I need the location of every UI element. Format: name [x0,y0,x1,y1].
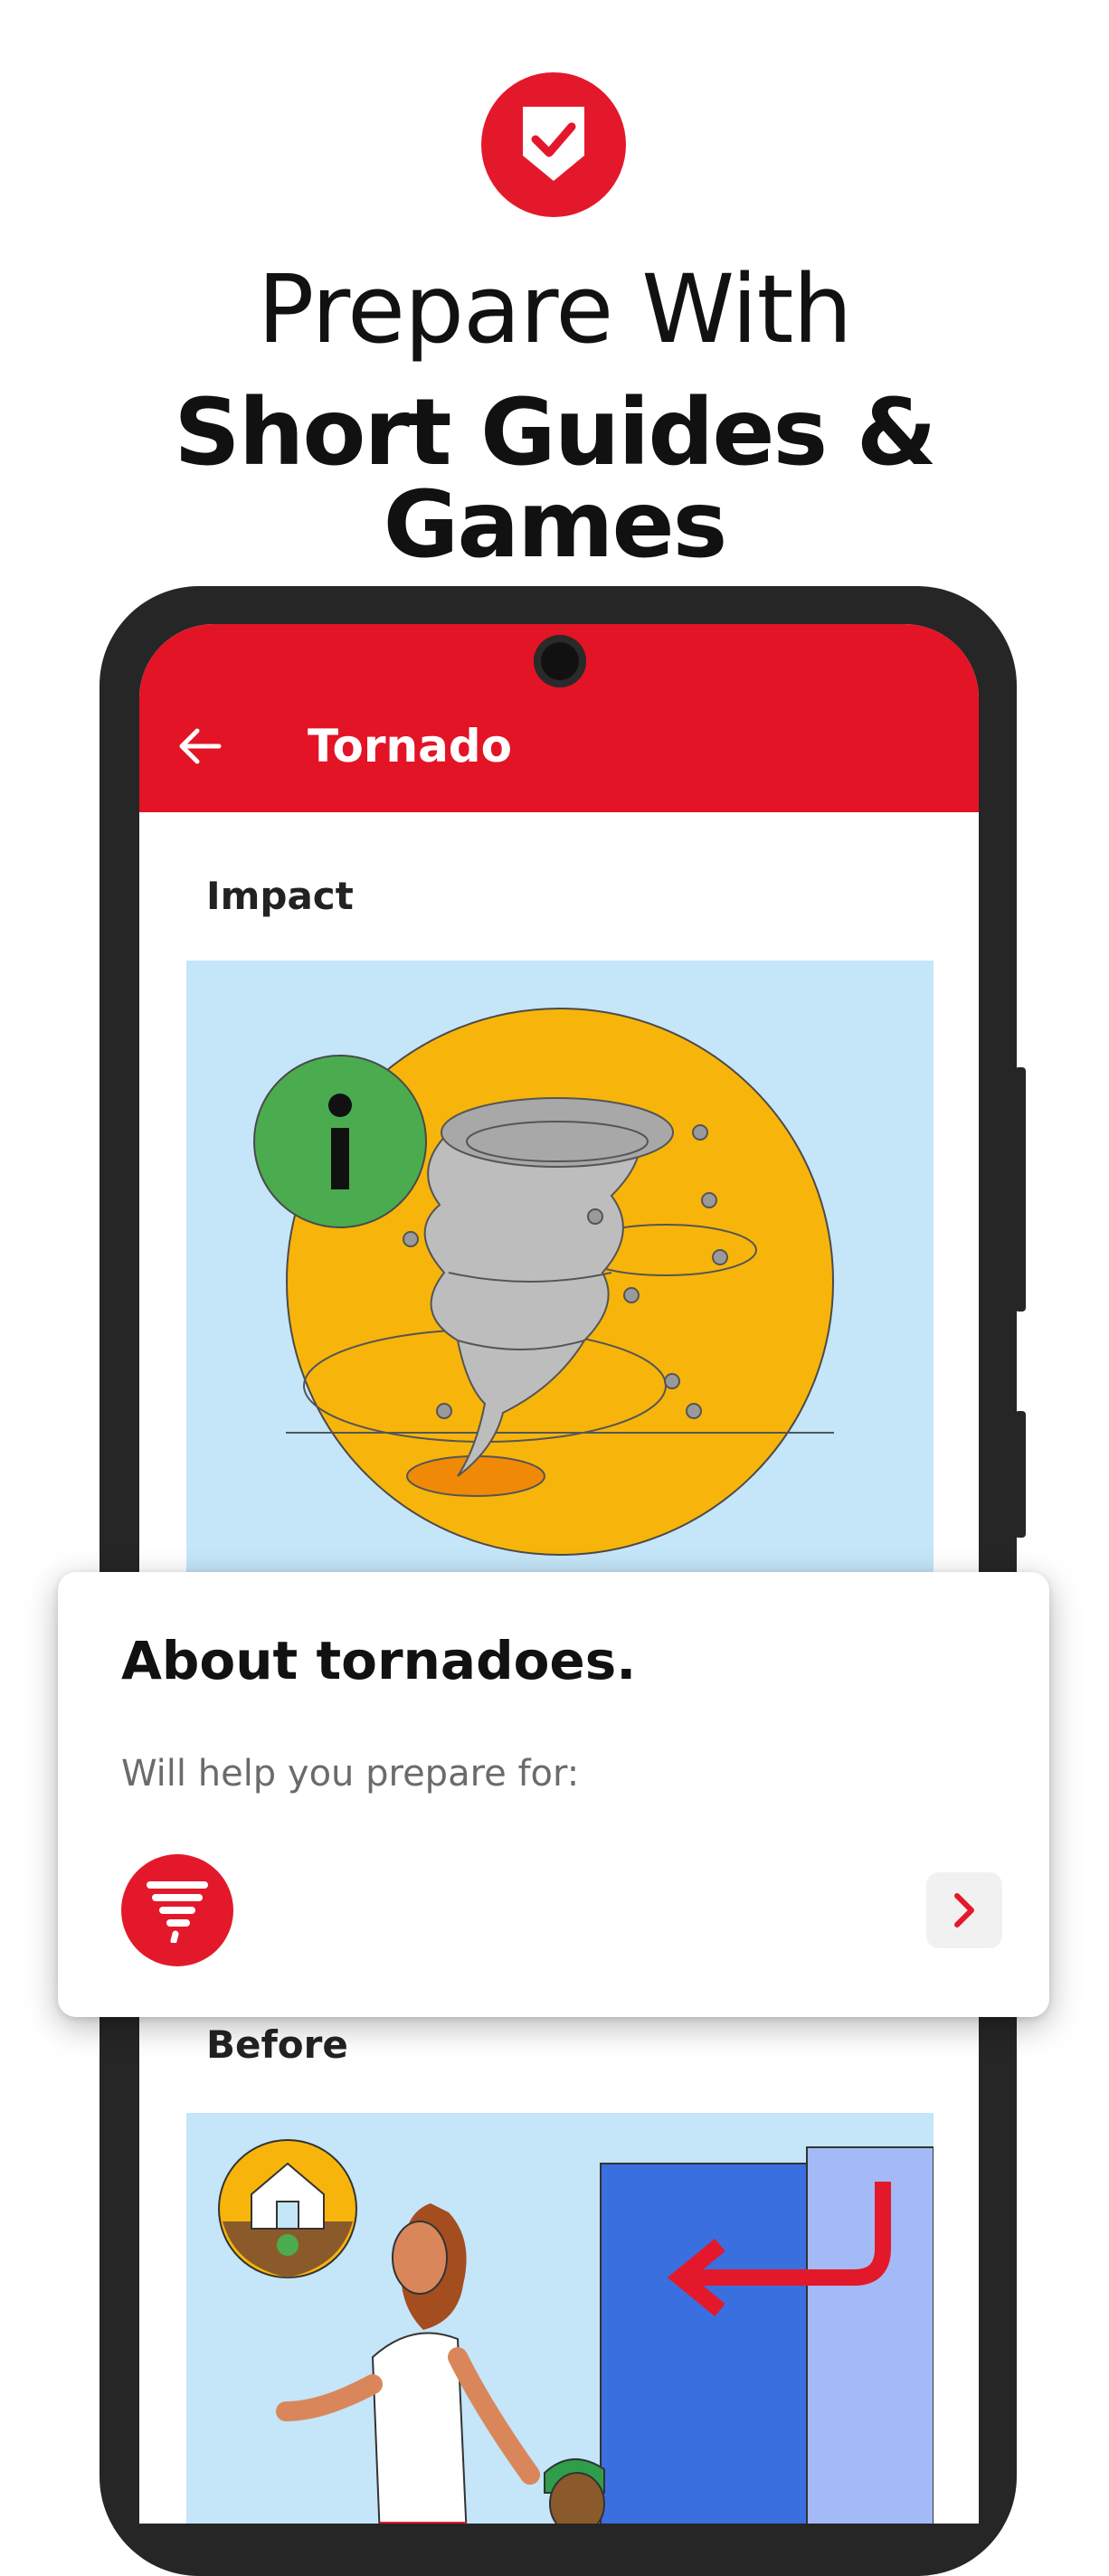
shield-check-icon [481,72,626,217]
about-card[interactable]: About tornadoes. Will help you prepare f… [58,1572,1049,2017]
card-title: About tornadoes. [121,1630,637,1691]
headline-line-1: Prepare With [257,254,853,365]
headline-line-2: Short Guides & Games [174,379,936,579]
chevron-right-icon[interactable] [926,1872,1002,1948]
phone-volume-button [1015,1067,1026,1312]
card-subtitle: Will help you prepare for: [121,1753,580,1795]
front-camera [534,635,586,687]
section-title-impact: Impact [206,874,354,918]
section-title-before: Before [206,2022,348,2067]
arrow-left-icon[interactable] [175,722,224,771]
phone-power-button [1015,1411,1026,1538]
page-title: Tornado [308,720,512,772]
tornado-icon [121,1854,233,1966]
before-illustration [186,2113,934,2524]
